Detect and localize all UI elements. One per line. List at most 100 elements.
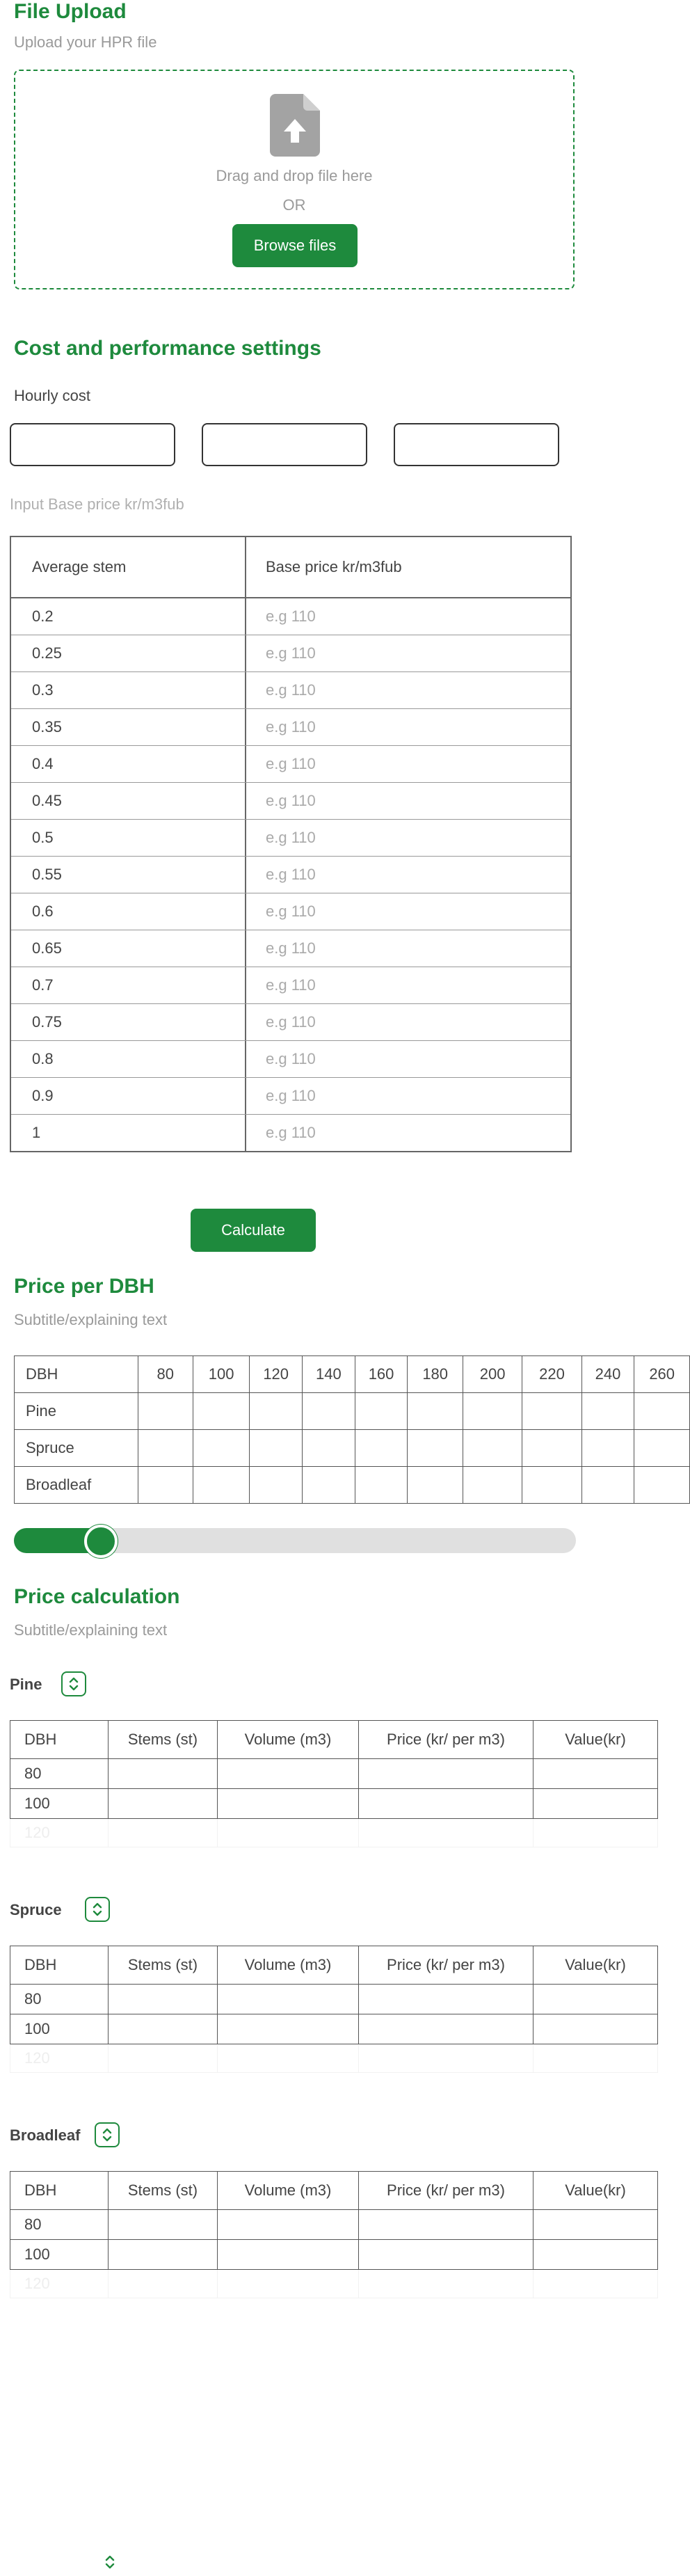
stem-value: 0.75: [11, 1004, 246, 1040]
chevron-up-down-icon[interactable]: [103, 2554, 120, 2575]
base-price-input[interactable]: e.g 110: [246, 1115, 570, 1151]
dbh-price-cell[interactable]: [192, 1429, 250, 1467]
price-calc-cell[interactable]: [108, 2269, 218, 2298]
price-calc-cell[interactable]: [217, 2044, 359, 2073]
dbh-price-cell[interactable]: [137, 1392, 193, 1430]
dbh-price-cell[interactable]: [634, 1392, 690, 1430]
base-price-input[interactable]: e.g 110: [246, 820, 570, 856]
price-calc-cell[interactable]: [358, 2239, 533, 2270]
price-calc-cell[interactable]: [358, 2044, 533, 2073]
chevron-up-down-icon[interactable]: [95, 2122, 120, 2147]
price-calc-cell[interactable]: [217, 1758, 359, 1789]
dbh-price-cell[interactable]: [354, 1429, 408, 1467]
base-price-input[interactable]: e.g 110: [246, 709, 570, 745]
price-calc-cell[interactable]: [358, 1788, 533, 1819]
price-calc-cell[interactable]: [108, 1788, 218, 1819]
hourly-cost-input-2[interactable]: [202, 423, 367, 466]
dbh-price-cell[interactable]: [581, 1466, 635, 1504]
price-calc-cell[interactable]: [108, 2014, 218, 2044]
dbh-price-cell[interactable]: [249, 1392, 303, 1430]
dbh-price-cell[interactable]: [407, 1392, 463, 1430]
dbh-price-cell[interactable]: [522, 1429, 582, 1467]
hourly-cost-input-1[interactable]: [10, 423, 175, 466]
price-calc-cell[interactable]: [533, 1818, 658, 1847]
price-calc-cell[interactable]: [358, 2209, 533, 2240]
stem-value: 0.35: [11, 709, 246, 745]
dbh-price-cell[interactable]: [354, 1392, 408, 1430]
base-price-input[interactable]: e.g 110: [246, 1041, 570, 1077]
price-calc-cell[interactable]: [533, 2269, 658, 2298]
price-calc-cell[interactable]: [217, 2209, 359, 2240]
dbh-price-cell[interactable]: [249, 1429, 303, 1467]
price-calc-cell[interactable]: [217, 1818, 359, 1847]
price-calc-cell[interactable]: [533, 2044, 658, 2073]
price-calc-cell[interactable]: [217, 2269, 359, 2298]
dbh-price-cell[interactable]: [302, 1429, 355, 1467]
base-price-input[interactable]: e.g 110: [246, 857, 570, 893]
dbh-row: Pine: [14, 1392, 690, 1430]
price-calc-cell[interactable]: [108, 1758, 218, 1789]
base-price-input[interactable]: e.g 110: [246, 893, 570, 930]
dbh-col-header: 140: [302, 1355, 355, 1393]
browse-files-button[interactable]: Browse files: [232, 224, 358, 267]
dbh-price-cell[interactable]: [137, 1429, 193, 1467]
base-price-input[interactable]: e.g 110: [246, 672, 570, 708]
dbh-price-cell[interactable]: [302, 1466, 355, 1504]
slider-thumb[interactable]: [84, 1525, 118, 1558]
price-calc-cell[interactable]: [108, 1818, 218, 1847]
base-price-input[interactable]: e.g 110: [246, 635, 570, 671]
price-calc-cell[interactable]: [108, 1984, 218, 2014]
dbh-price-cell[interactable]: [192, 1466, 250, 1504]
price-calc-cell[interactable]: [358, 1758, 533, 1789]
dbh-price-cell[interactable]: [522, 1392, 582, 1430]
price-calc-cell[interactable]: [358, 1818, 533, 1847]
price-calc-cell[interactable]: [108, 2209, 218, 2240]
price-calc-cell[interactable]: [217, 1984, 359, 2014]
base-price-row: 0.6 e.g 110: [11, 893, 570, 930]
file-upload-icon: [270, 94, 320, 157]
base-price-input[interactable]: e.g 110: [246, 746, 570, 782]
dbh-price-cell[interactable]: [137, 1466, 193, 1504]
price-calc-cell[interactable]: [533, 1984, 658, 2014]
price-calc-col-header: Volume (m3): [217, 1946, 359, 1985]
price-calc-cell[interactable]: [108, 2239, 218, 2270]
dbh-col-header: 260: [634, 1355, 690, 1393]
price-calc-cell[interactable]: [533, 2209, 658, 2240]
dbh-price-cell[interactable]: [581, 1429, 635, 1467]
price-calc-cell[interactable]: [533, 1788, 658, 1819]
dbh-price-cell[interactable]: [522, 1466, 582, 1504]
dbh-price-cell[interactable]: [354, 1466, 408, 1504]
hourly-cost-input-3[interactable]: [394, 423, 559, 466]
price-calc-cell[interactable]: [533, 2239, 658, 2270]
price-calc-cell[interactable]: [217, 2014, 359, 2044]
dbh-price-cell[interactable]: [302, 1392, 355, 1430]
dbh-price-cell[interactable]: [192, 1392, 250, 1430]
base-price-input[interactable]: e.g 110: [246, 783, 570, 819]
price-calc-cell[interactable]: [217, 1788, 359, 1819]
dbh-price-cell[interactable]: [634, 1466, 690, 1504]
dbh-price-cell[interactable]: [634, 1429, 690, 1467]
price-calc-cell[interactable]: [533, 1758, 658, 1789]
chevron-up-down-icon[interactable]: [61, 1671, 86, 1696]
dbh-price-cell[interactable]: [462, 1429, 523, 1467]
calculate-button[interactable]: Calculate: [191, 1209, 316, 1252]
dbh-price-cell[interactable]: [462, 1392, 523, 1430]
base-price-input[interactable]: e.g 110: [246, 967, 570, 1003]
price-calc-cell[interactable]: [358, 2269, 533, 2298]
price-calc-cell[interactable]: [108, 2044, 218, 2073]
dbh-price-cell[interactable]: [462, 1466, 523, 1504]
price-calc-cell[interactable]: [358, 2014, 533, 2044]
base-price-input[interactable]: e.g 110: [246, 1078, 570, 1114]
price-calc-cell[interactable]: [217, 2239, 359, 2270]
dbh-price-cell[interactable]: [407, 1466, 463, 1504]
price-calc-cell[interactable]: [358, 1984, 533, 2014]
price-calc-subtitle: Subtitle/explaining text: [14, 1621, 168, 1639]
dbh-price-cell[interactable]: [407, 1429, 463, 1467]
price-calc-cell[interactable]: [533, 2014, 658, 2044]
dbh-price-cell[interactable]: [581, 1392, 635, 1430]
base-price-input[interactable]: e.g 110: [246, 930, 570, 967]
dbh-price-cell[interactable]: [249, 1466, 303, 1504]
base-price-input[interactable]: e.g 110: [246, 598, 570, 635]
base-price-input[interactable]: e.g 110: [246, 1004, 570, 1040]
chevron-up-down-icon[interactable]: [85, 1897, 110, 1922]
